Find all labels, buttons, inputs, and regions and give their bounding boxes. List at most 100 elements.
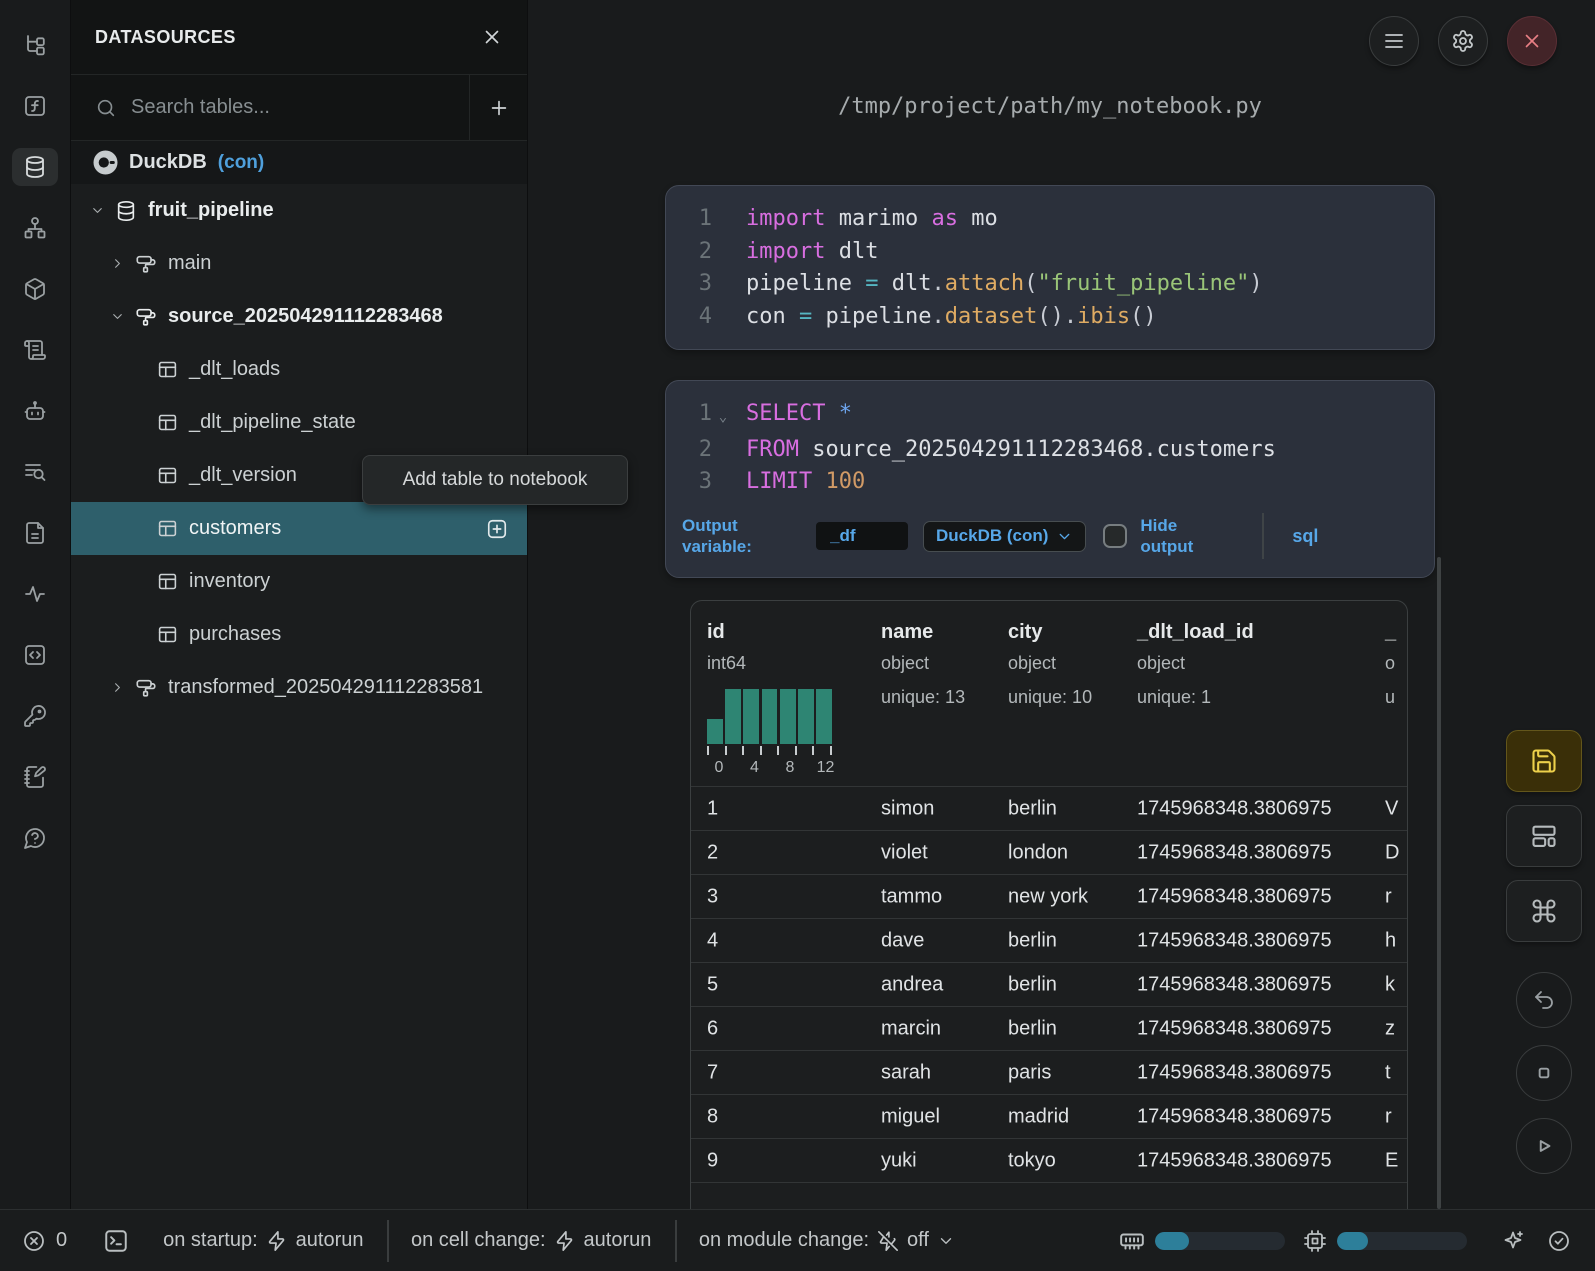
column-header-_[interactable]: _ (1385, 621, 1396, 644)
cell: madrid (1008, 1105, 1069, 1128)
activity-help-circle-icon[interactable] (12, 819, 58, 857)
tree-item-source_202504291112283468[interactable]: source_202504291112283468 (71, 290, 527, 343)
table-row[interactable]: 9yukitokyo1745968348.3806975E (691, 1138, 1407, 1182)
search-input[interactable] (131, 96, 411, 119)
tree-item-customers[interactable]: customers (71, 502, 527, 555)
schema-icon (135, 253, 157, 275)
table-row[interactable]: 7sarahparis1745968348.3806975t (691, 1050, 1407, 1094)
on-cell-change-setting[interactable]: on cell change: autorun (411, 1229, 651, 1252)
on-startup-setting[interactable]: on startup: autorun (163, 1229, 363, 1252)
on-module-change-setting[interactable]: on module change: off (699, 1229, 955, 1252)
cell: h (1385, 929, 1396, 952)
activity-file-tree-icon[interactable] (12, 26, 58, 64)
sql-code[interactable]: 1⌄SELECT *2FROM source_20250429111228346… (666, 381, 1434, 499)
add-datasource-button[interactable] (469, 75, 527, 140)
fold-icon[interactable]: ⌄ (712, 398, 734, 434)
output-controls: Output variable: DuckDB (con) Hide outpu… (666, 507, 1434, 565)
chevron-down-icon[interactable] (90, 203, 106, 218)
column-header-city[interactable]: city (1008, 621, 1042, 644)
fold-icon (712, 301, 734, 334)
column-stat: unique: 10 (1008, 687, 1092, 708)
sql-cell[interactable]: 1⌄SELECT *2FROM source_20250429111228346… (665, 380, 1435, 578)
fold-icon (712, 203, 734, 236)
tree-item-_dlt_loads[interactable]: _dlt_loads (71, 343, 527, 396)
on-module-change-value: off (907, 1229, 929, 1252)
line-number: 4 (666, 301, 712, 334)
column-header-name[interactable]: name (881, 621, 933, 644)
cpu-usage (1303, 1229, 1467, 1253)
table-row[interactable]: 2violetlondon1745968348.3806975D (691, 830, 1407, 874)
query-result-table[interactable]: id int64name objectunique: 13city object… (690, 600, 1408, 1209)
column-header-id[interactable]: id (707, 621, 725, 644)
tree-item-_dlt_pipeline_state[interactable]: _dlt_pipeline_state (71, 396, 527, 449)
activity-key-icon[interactable] (12, 697, 58, 735)
column-dtype: int64 (707, 653, 746, 674)
output-variable-input[interactable] (816, 522, 908, 550)
chevron-right-icon[interactable] (110, 256, 126, 271)
table-row[interactable]: 1simonberlin1745968348.3806975V (691, 786, 1407, 830)
python-code[interactable]: 1import marimo as mo2import dlt3pipeline… (666, 186, 1434, 333)
health-status[interactable] (1547, 1229, 1571, 1253)
close-app-button[interactable] (1507, 16, 1557, 66)
activity-scroll-text-icon[interactable] (12, 331, 58, 369)
chevron-down-icon[interactable] (110, 309, 126, 324)
column-dtype: object (1008, 653, 1056, 674)
error-count[interactable]: 0 (22, 1229, 67, 1253)
table-row[interactable]: 6marcinberlin1745968348.3806975z (691, 1006, 1407, 1050)
panel-layout-button[interactable] (1506, 805, 1582, 867)
undo-button[interactable] (1516, 972, 1572, 1028)
settings-button[interactable] (1438, 16, 1488, 66)
activity-function-square-icon[interactable] (12, 87, 58, 125)
datasources-tree: fruit_pipelinemainsource_202504291112283… (71, 184, 527, 714)
hide-output-checkbox[interactable] (1103, 524, 1127, 548)
cell: violet (881, 841, 928, 864)
table-icon (157, 571, 178, 592)
table-row[interactable]: 5andreaberlin1745968348.3806975k (691, 962, 1407, 1006)
cell: r (1385, 885, 1392, 908)
tree-item-transformed_202504291112283581[interactable]: transformed_202504291112283581 (71, 661, 527, 714)
terminal-button[interactable] (103, 1228, 129, 1254)
id-column-histogram: 04812 (707, 689, 832, 779)
python-cell[interactable]: 1import marimo as mo2import dlt3pipeline… (665, 185, 1435, 350)
error-count-value: 0 (56, 1229, 67, 1252)
vertical-scrollbar[interactable] (1437, 557, 1441, 1209)
table-row[interactable]: 3tammonew york1745968348.3806975r (691, 874, 1407, 918)
ram-progress-bar (1155, 1232, 1285, 1250)
table-body: 1simonberlin1745968348.3806975V2violetlo… (691, 786, 1407, 1209)
menu-button[interactable] (1369, 16, 1419, 66)
activity-activity-icon[interactable] (12, 575, 58, 613)
code-line: 2FROM source_202504291112283468.customer… (666, 434, 1434, 467)
activity-code-square-icon[interactable] (12, 636, 58, 674)
activity-notebook-pen-icon[interactable] (12, 758, 58, 796)
chevron-right-icon[interactable] (110, 680, 126, 695)
tree-item-inventory[interactable]: inventory (71, 555, 527, 608)
cell: dave (881, 929, 924, 952)
engine-select[interactable]: DuckDB (con) (923, 521, 1086, 552)
stop-button[interactable] (1516, 1045, 1572, 1101)
code-line: 2import dlt (666, 236, 1434, 269)
cell: 1745968348.3806975 (1137, 929, 1332, 952)
on-cell-change-label: on cell change: (411, 1229, 546, 1252)
activity-network-icon[interactable] (12, 209, 58, 247)
search-box[interactable] (71, 75, 469, 140)
tree-item-fruit_pipeline[interactable]: fruit_pipeline (71, 184, 527, 237)
activity-database-icon[interactable] (12, 148, 58, 186)
close-panel-icon[interactable] (481, 26, 503, 48)
tree-item-purchases[interactable]: purchases (71, 608, 527, 661)
line-number: 2 (666, 434, 712, 467)
run-button[interactable] (1516, 1118, 1572, 1174)
activity-list-search-icon[interactable] (12, 453, 58, 491)
column-header-_dlt_load_id[interactable]: _dlt_load_id (1137, 621, 1254, 644)
activity-file-text-icon[interactable] (12, 514, 58, 552)
add-table-to-notebook-button[interactable] (486, 518, 508, 540)
table-row[interactable]: 4daveberlin1745968348.3806975h (691, 918, 1407, 962)
tree-item-main[interactable]: main (71, 237, 527, 290)
save-button[interactable] (1506, 730, 1582, 792)
duckdb-connection-row[interactable]: DuckDB (con) (71, 141, 527, 184)
activity-bot-icon[interactable] (12, 392, 58, 430)
activity-box-icon[interactable] (12, 270, 58, 308)
cell: 9 (707, 1149, 718, 1172)
ai-assist-button[interactable] (1501, 1229, 1525, 1253)
command-palette-button[interactable] (1506, 880, 1582, 942)
table-row[interactable]: 8miguelmadrid1745968348.3806975r (691, 1094, 1407, 1138)
